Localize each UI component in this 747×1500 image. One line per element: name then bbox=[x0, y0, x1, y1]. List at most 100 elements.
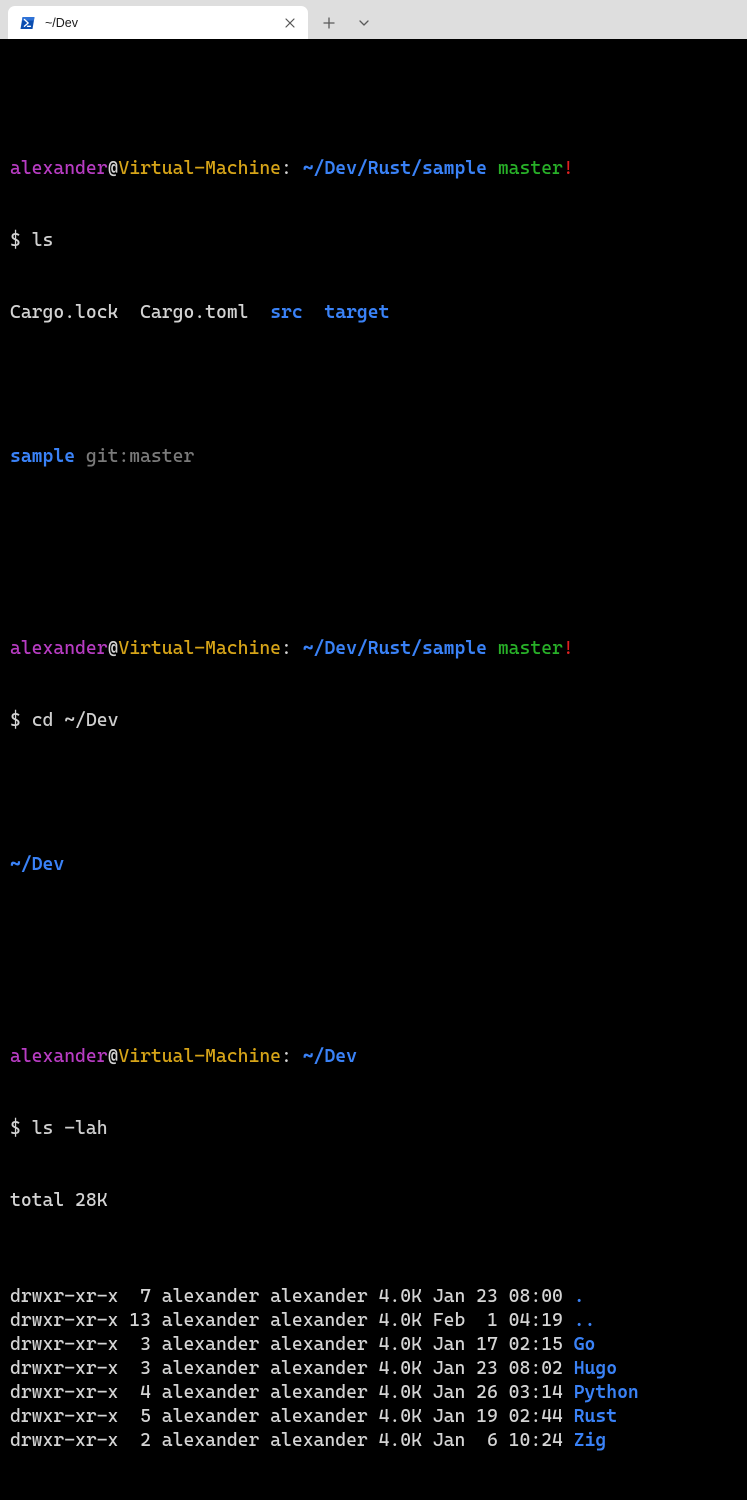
ls-size: 4.0K bbox=[379, 1381, 422, 1405]
ls-date: Jan 23 08:02 bbox=[433, 1357, 563, 1381]
ls-name: Rust bbox=[574, 1405, 639, 1429]
ls-name: .. bbox=[574, 1309, 639, 1333]
blank-line bbox=[10, 925, 737, 949]
ls-links: 3 bbox=[129, 1333, 151, 1357]
ls-perm: drwxr-xr-x bbox=[10, 1285, 118, 1309]
ls-size: 4.0K bbox=[379, 1333, 422, 1357]
tabbar-controls bbox=[312, 6, 380, 39]
ls-links: 13 bbox=[129, 1309, 151, 1333]
prompt-user: alexander bbox=[10, 158, 108, 179]
ls-size: 4.0K bbox=[379, 1285, 422, 1309]
git-status-line: sample git:master bbox=[10, 445, 737, 469]
blank-line bbox=[10, 517, 737, 541]
prompt-path: ~/Dev/Rust/sample bbox=[303, 158, 487, 179]
ls-date: Jan 19 02:44 bbox=[433, 1405, 563, 1429]
ls-group: alexander bbox=[270, 1405, 368, 1429]
prompt-ps1: $ bbox=[10, 230, 32, 251]
ls-perm: drwxr-xr-x bbox=[10, 1429, 118, 1453]
prompt-line: alexander@Virtual-Machine: ~/Dev bbox=[10, 1045, 737, 1069]
ls-size: 4.0K bbox=[379, 1309, 422, 1333]
ls-date: Jan 23 08:00 bbox=[433, 1285, 563, 1309]
ls-perm: drwxr-xr-x bbox=[10, 1357, 118, 1381]
cwd-line: ~/Dev bbox=[10, 853, 737, 877]
prompt-at: @ bbox=[108, 158, 119, 179]
ls-long-output: drwxr-xr-x 7 alexander alexander 4.0K Ja… bbox=[10, 1285, 639, 1453]
ls-owner: alexander bbox=[162, 1309, 260, 1333]
ls-owner: alexander bbox=[162, 1405, 260, 1429]
ls-row: drwxr-xr-x 13 alexander alexander 4.0K F… bbox=[10, 1309, 639, 1333]
ls-perm: drwxr-xr-x bbox=[10, 1405, 118, 1429]
ls-row: drwxr-xr-x 2 alexander alexander 4.0K Ja… bbox=[10, 1429, 639, 1453]
prompt-ps1: $ bbox=[10, 1118, 32, 1139]
tab-active[interactable]: ~/Dev bbox=[8, 6, 308, 39]
command-text: ls -lah bbox=[32, 1118, 108, 1139]
git-branch: master bbox=[129, 446, 194, 467]
prompt-host: Virtual-Machine bbox=[118, 638, 281, 659]
ls-perm: drwxr-xr-x bbox=[10, 1381, 118, 1405]
ls-owner: alexander bbox=[162, 1429, 260, 1453]
ls-size: 4.0K bbox=[379, 1429, 422, 1453]
ls-item-dir: target bbox=[324, 302, 389, 323]
prompt-host: Virtual-Machine bbox=[118, 1046, 281, 1067]
ls-links: 5 bbox=[129, 1405, 151, 1429]
ls-group: alexander bbox=[270, 1309, 368, 1333]
ls-name: Zig bbox=[574, 1429, 639, 1453]
tab-dropdown-button[interactable] bbox=[347, 6, 380, 39]
prompt-sep: : bbox=[281, 638, 303, 659]
ls-row: drwxr-xr-x 4 alexander alexander 4.0K Ja… bbox=[10, 1381, 639, 1405]
prompt-at: @ bbox=[108, 1046, 119, 1067]
ls-name: . bbox=[574, 1285, 639, 1309]
ls-group: alexander bbox=[270, 1381, 368, 1405]
ls-short-output: Cargo.lock Cargo.toml src target bbox=[10, 301, 737, 325]
prompt-dirty: ! bbox=[563, 638, 574, 659]
ls-perm: drwxr-xr-x bbox=[10, 1309, 118, 1333]
close-tab-button[interactable] bbox=[282, 15, 298, 31]
ls-date: Feb 1 04:19 bbox=[433, 1309, 563, 1333]
blank-line bbox=[10, 781, 737, 805]
prompt-user: alexander bbox=[10, 638, 108, 659]
ls-group: alexander bbox=[270, 1357, 368, 1381]
ls-date: Jan 17 02:15 bbox=[433, 1333, 563, 1357]
command-line: $ ls bbox=[10, 229, 737, 253]
ls-owner: alexander bbox=[162, 1381, 260, 1405]
cwd-text: ~/Dev bbox=[10, 854, 64, 875]
command-text: cd ~/Dev bbox=[32, 710, 119, 731]
prompt-user: alexander bbox=[10, 1046, 108, 1067]
ls-row: drwxr-xr-x 3 alexander alexander 4.0K Ja… bbox=[10, 1357, 639, 1381]
ls-name: Python bbox=[574, 1381, 639, 1405]
prompt-sep: : bbox=[281, 1046, 303, 1067]
ls-owner: alexander bbox=[162, 1357, 260, 1381]
ls-size: 4.0K bbox=[379, 1357, 422, 1381]
prompt-at: @ bbox=[108, 638, 119, 659]
prompt-branch: master bbox=[498, 158, 563, 179]
ls-size: 4.0K bbox=[379, 1405, 422, 1429]
blank-line bbox=[10, 373, 737, 397]
prompt-line: alexander@Virtual-Machine: ~/Dev/Rust/sa… bbox=[10, 157, 737, 181]
ls-perm: drwxr-xr-x bbox=[10, 1333, 118, 1357]
ls-links: 4 bbox=[129, 1381, 151, 1405]
terminal-viewport[interactable]: alexander@Virtual-Machine: ~/Dev/Rust/sa… bbox=[0, 39, 747, 1500]
ls-group: alexander bbox=[270, 1429, 368, 1453]
ls-item: Cargo.lock bbox=[10, 302, 118, 323]
ls-group: alexander bbox=[270, 1333, 368, 1357]
ls-row: drwxr-xr-x 5 alexander alexander 4.0K Ja… bbox=[10, 1405, 639, 1429]
prompt-ps1: $ bbox=[10, 710, 32, 731]
ls-date: Jan 6 10:24 bbox=[433, 1429, 563, 1453]
prompt-branch: master bbox=[498, 638, 563, 659]
ls-row: drwxr-xr-x 7 alexander alexander 4.0K Ja… bbox=[10, 1285, 639, 1309]
ls-date: Jan 26 03:14 bbox=[433, 1381, 563, 1405]
ls-total-line: total 28K bbox=[10, 1189, 737, 1213]
ls-links: 3 bbox=[129, 1357, 151, 1381]
prompt-sep: : bbox=[281, 158, 303, 179]
prompt-path: ~/Dev bbox=[303, 1046, 357, 1067]
command-line: $ ls -lah bbox=[10, 1117, 737, 1141]
prompt-dirty: ! bbox=[563, 158, 574, 179]
new-tab-button[interactable] bbox=[312, 6, 345, 39]
ls-owner: alexander bbox=[162, 1333, 260, 1357]
prompt-host: Virtual-Machine bbox=[118, 158, 281, 179]
ls-total: total 28K bbox=[10, 1190, 108, 1211]
tab-bar: ~/Dev bbox=[0, 0, 747, 39]
tab-title: ~/Dev bbox=[45, 11, 273, 35]
prompt-line: alexander@Virtual-Machine: ~/Dev/Rust/sa… bbox=[10, 637, 737, 661]
ls-links: 7 bbox=[129, 1285, 151, 1309]
